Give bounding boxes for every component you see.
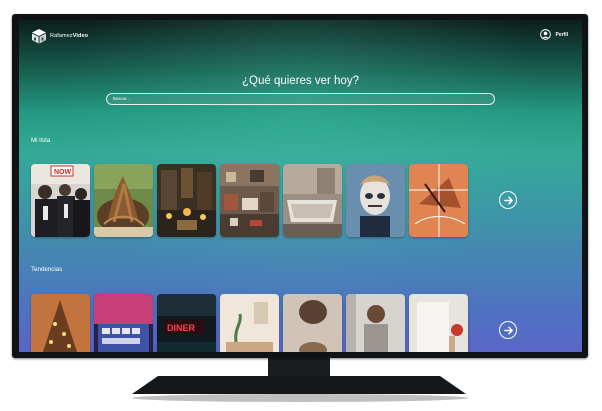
logo-text: RafamezVideo <box>50 33 89 39</box>
arrow-right-icon <box>503 196 513 204</box>
next-tendencias-button[interactable] <box>499 321 517 339</box>
court-lines-photo-icon <box>409 164 468 237</box>
arrow-right-icon <box>503 326 513 334</box>
section-title-mi-lista: Mi lista <box>31 137 51 144</box>
media-card[interactable] <box>409 294 468 352</box>
apple-photo-icon <box>409 294 468 352</box>
page-headline: ¿Qué quieres ver hoy? <box>242 75 359 87</box>
search-input[interactable]: Buscar... <box>106 93 495 105</box>
person-photo-icon <box>346 294 405 352</box>
media-card[interactable] <box>220 164 279 237</box>
row-mi-lista: NOW <box>31 164 468 237</box>
next-mi-lista-button[interactable] <box>499 191 517 209</box>
media-card[interactable]: NOW <box>31 164 90 237</box>
profile-label: Perfil <box>555 31 568 38</box>
box-logo-icon <box>32 29 46 44</box>
row-tendencias: DINER <box>31 294 468 352</box>
painted-face-photo-icon <box>346 164 405 237</box>
media-card[interactable] <box>157 164 216 237</box>
svg-text:DINER: DINER <box>167 323 196 333</box>
svg-text:NOW: NOW <box>54 169 72 176</box>
media-card[interactable] <box>283 294 342 352</box>
section-title-tendencias: Tendencias <box>31 266 63 273</box>
media-card[interactable] <box>94 294 153 352</box>
neon-sign-photo-icon: DINER <box>157 294 216 352</box>
top-bar: RafamezVideo Perfil <box>19 20 582 60</box>
media-card[interactable] <box>346 164 405 237</box>
interior-photo-icon <box>220 294 279 352</box>
media-card[interactable]: DINER <box>157 294 216 352</box>
app-screen: RafamezVideo Perfil ¿Qué quieres ver hoy… <box>19 20 582 352</box>
cluttered-room-photo-icon <box>220 164 279 237</box>
christmas-tree-photo-icon <box>31 294 90 352</box>
profile-button[interactable]: Perfil <box>540 29 568 40</box>
keyboard-photo-icon <box>94 294 153 352</box>
user-icon <box>540 29 552 40</box>
old-bathtub-photo-icon <box>283 164 342 237</box>
altar-photo-icon <box>157 164 216 237</box>
media-card[interactable] <box>220 294 279 352</box>
media-card[interactable] <box>346 294 405 352</box>
media-card[interactable] <box>409 164 468 237</box>
app-logo[interactable]: RafamezVideo <box>31 28 88 44</box>
media-card[interactable] <box>31 294 90 352</box>
pottery-photo-icon <box>283 294 342 352</box>
protest-photo-icon: NOW <box>31 164 90 237</box>
media-card[interactable] <box>283 164 342 237</box>
roots-photo-icon <box>94 164 153 237</box>
media-card[interactable] <box>94 164 153 237</box>
tv-mockup: RafamezVideo Perfil ¿Qué quieres ver hoy… <box>0 0 602 411</box>
